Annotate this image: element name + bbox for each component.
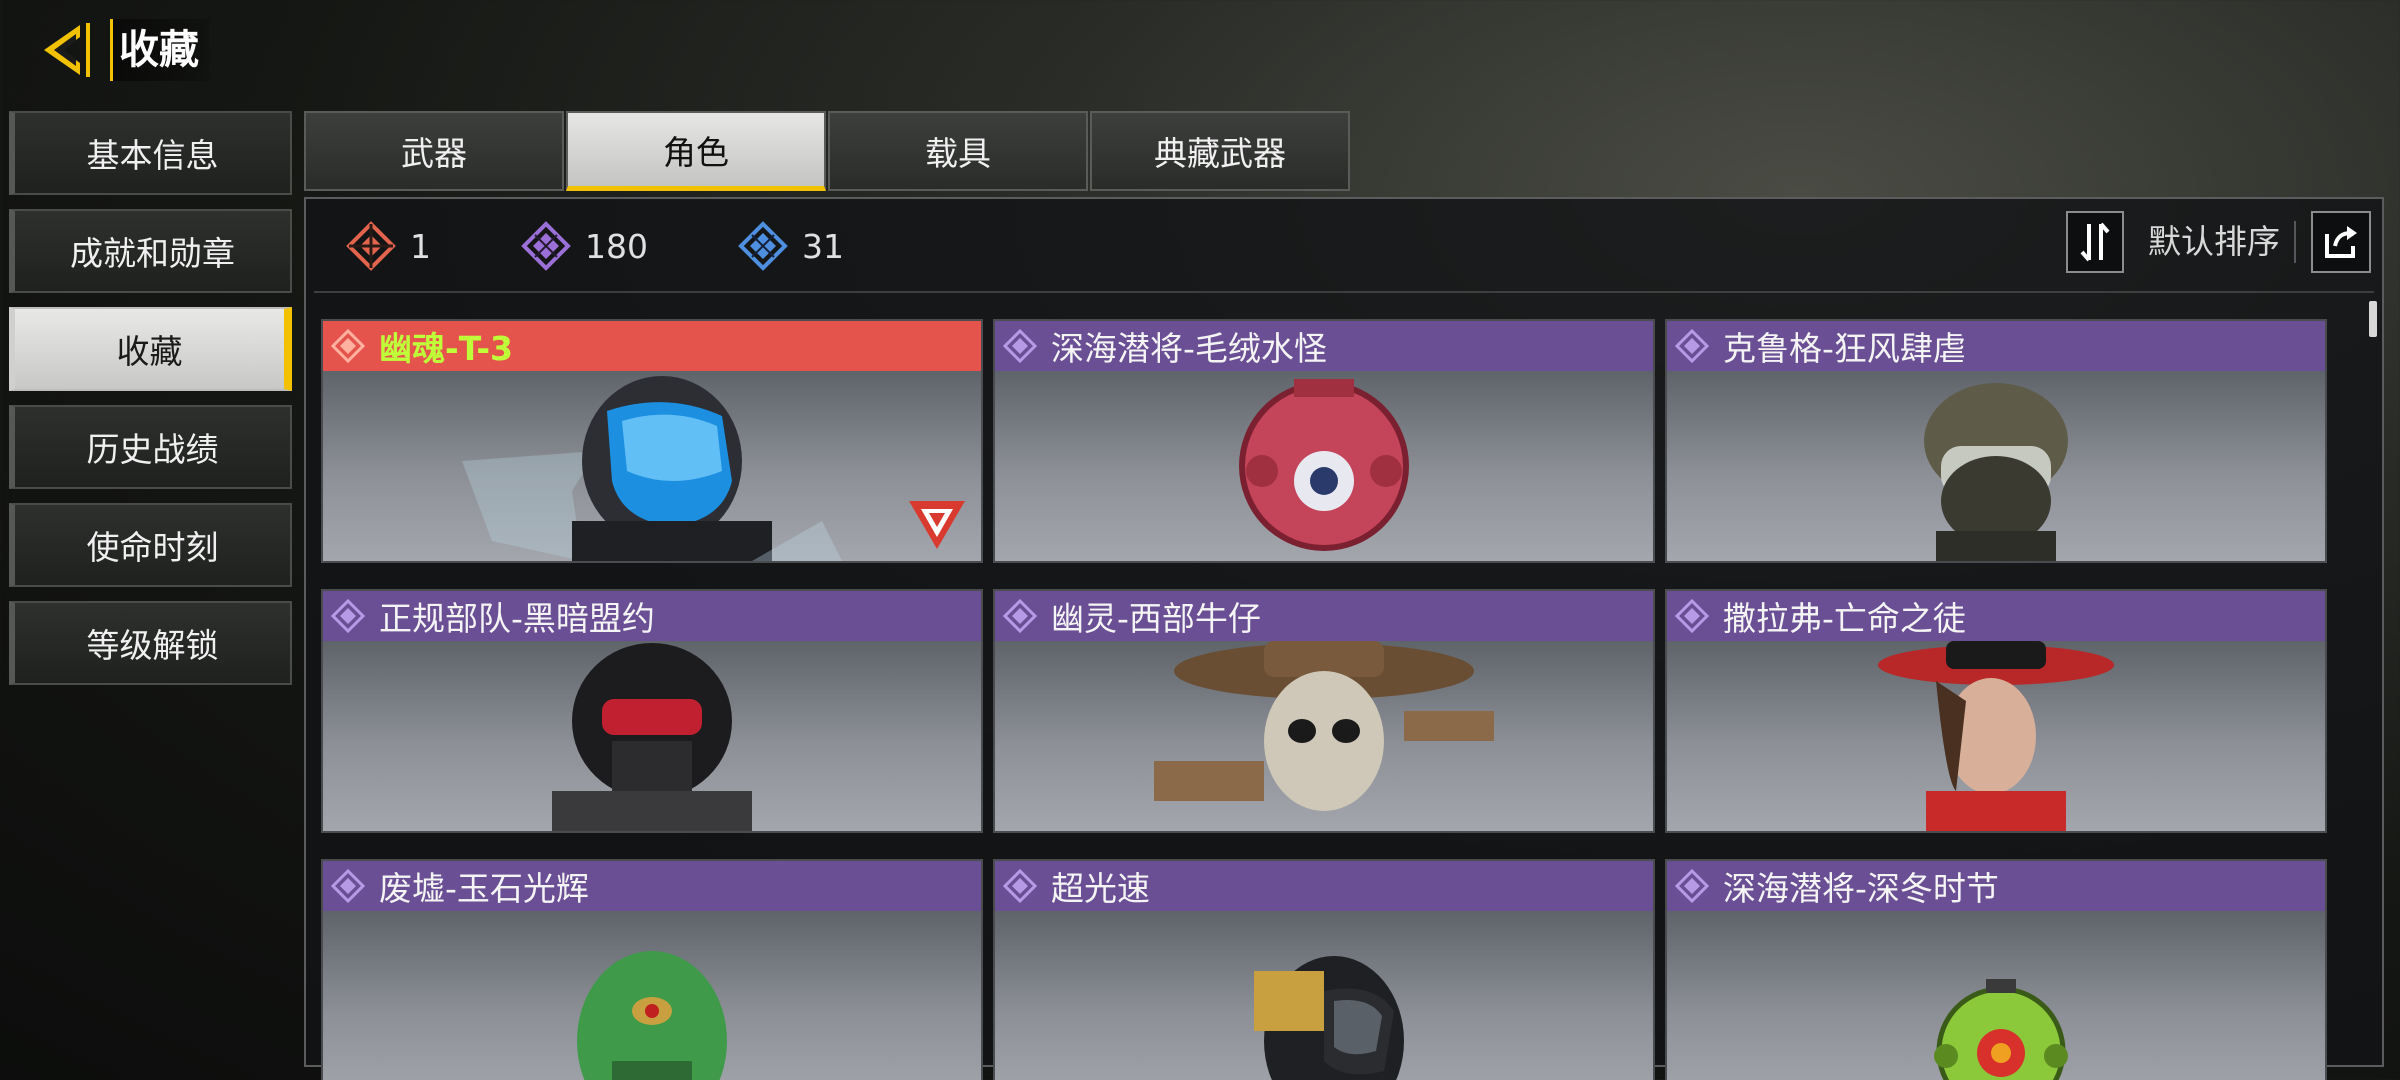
sidebar-item-collection[interactable]: 收藏 xyxy=(9,307,292,391)
character-portrait xyxy=(1667,371,2325,561)
character-portrait xyxy=(323,911,981,1080)
collection-panel: 1 180 31 默认排序 幽魂-T-3 深海潜将-毛绒水怪 克鲁格-狂风肆虐 … xyxy=(304,197,2384,1080)
card-header: 幽灵-西部牛仔 xyxy=(995,591,1653,641)
stat-epic: 180 xyxy=(521,221,648,271)
epic-rarity-icon xyxy=(331,869,365,903)
card-name: 克鲁格-狂风肆虐 xyxy=(1723,329,1966,368)
character-portrait xyxy=(1667,911,2325,1080)
category-tabs: 武器 角色 载具 典藏武器 xyxy=(304,111,1352,191)
epic-rarity-icon xyxy=(1003,329,1037,363)
legendary-rarity-icon xyxy=(331,329,365,363)
back-button[interactable]: 收藏 xyxy=(40,18,210,82)
card-header: 克鲁格-狂风肆虐 xyxy=(1667,321,2325,371)
back-arrow-icon xyxy=(40,19,102,81)
tab-vehicles[interactable]: 载具 xyxy=(828,111,1088,191)
character-grid: 幽魂-T-3 深海潜将-毛绒水怪 克鲁格-狂风肆虐 正规部队-黑暗盟约 幽灵-西… xyxy=(321,319,2327,1080)
character-portrait xyxy=(995,911,1653,1080)
card-name: 幽魂-T-3 xyxy=(379,329,514,368)
rare-count: 31 xyxy=(802,226,844,266)
epic-rarity-icon xyxy=(1003,869,1037,903)
character-card[interactable]: 幽魂-T-3 xyxy=(321,319,983,563)
sort-toggle-button[interactable] xyxy=(2066,211,2124,273)
card-header: 超光速 xyxy=(995,861,1653,911)
card-header: 撒拉弗-亡命之徒 xyxy=(1667,591,2325,641)
sidebar: 基本信息 成就和勋章 收藏 历史战绩 使命时刻 等级解锁 xyxy=(9,111,292,699)
card-header: 正规部队-黑暗盟约 xyxy=(323,591,981,641)
sidebar-item-mission-moments[interactable]: 使命时刻 xyxy=(9,503,292,587)
character-portrait xyxy=(995,371,1653,561)
stat-legendary: 1 xyxy=(346,221,431,271)
character-card[interactable]: 幽灵-西部牛仔 xyxy=(993,589,1655,833)
scrollbar[interactable] xyxy=(2369,301,2377,337)
character-portrait xyxy=(323,641,981,831)
epic-rarity-icon xyxy=(1675,869,1709,903)
tab-characters[interactable]: 角色 xyxy=(566,111,826,191)
tab-weapons[interactable]: 武器 xyxy=(304,111,564,191)
tab-legendary-weapons[interactable]: 典藏武器 xyxy=(1090,111,1350,191)
character-card[interactable]: 克鲁格-狂风肆虐 xyxy=(1665,319,2327,563)
epic-rarity-icon xyxy=(1675,599,1709,633)
epic-rarity-icon xyxy=(1675,329,1709,363)
epic-rarity-icon xyxy=(521,221,571,271)
card-header: 深海潜将-深冬时节 xyxy=(1667,861,2325,911)
character-card[interactable]: 废墟-玉石光辉 xyxy=(321,859,983,1080)
character-portrait xyxy=(323,371,981,561)
legendary-badge-icon xyxy=(909,501,965,549)
card-name: 废墟-玉石光辉 xyxy=(379,869,589,908)
epic-rarity-icon xyxy=(331,599,365,633)
character-card[interactable]: 深海潜将-毛绒水怪 xyxy=(993,319,1655,563)
card-name: 深海潜将-毛绒水怪 xyxy=(1051,329,1327,368)
sidebar-item-basic-info[interactable]: 基本信息 xyxy=(9,111,292,195)
sidebar-item-level-unlock[interactable]: 等级解锁 xyxy=(9,601,292,685)
sidebar-item-history[interactable]: 历史战绩 xyxy=(9,405,292,489)
character-card[interactable]: 撒拉弗-亡命之徒 xyxy=(1665,589,2327,833)
card-name: 正规部队-黑暗盟约 xyxy=(379,599,655,638)
sidebar-item-achievements[interactable]: 成就和勋章 xyxy=(9,209,292,293)
sort-mode-label[interactable]: 默认排序 xyxy=(2148,221,2296,263)
card-name: 超光速 xyxy=(1051,869,1150,908)
card-header: 深海潜将-毛绒水怪 xyxy=(995,321,1653,371)
legendary-count: 1 xyxy=(410,226,431,266)
character-card[interactable]: 正规部队-黑暗盟约 xyxy=(321,589,983,833)
header-divider xyxy=(314,291,2374,293)
rare-rarity-icon xyxy=(738,221,788,271)
card-header: 幽魂-T-3 xyxy=(323,321,981,371)
card-header: 废墟-玉石光辉 xyxy=(323,861,981,911)
rarity-stats: 1 180 31 xyxy=(346,221,934,271)
card-name: 撒拉弗-亡命之徒 xyxy=(1723,599,1966,638)
share-button[interactable] xyxy=(2311,211,2371,273)
character-portrait xyxy=(995,641,1653,831)
legendary-rarity-icon xyxy=(346,221,396,271)
epic-count: 180 xyxy=(585,226,648,266)
sort-toggle-icon xyxy=(2080,222,2110,262)
share-icon xyxy=(2325,226,2357,258)
character-card[interactable]: 深海潜将-深冬时节 xyxy=(1665,859,2327,1080)
stat-rare: 31 xyxy=(738,221,844,271)
card-name: 深海潜将-深冬时节 xyxy=(1723,869,1999,908)
card-name: 幽灵-西部牛仔 xyxy=(1051,599,1261,638)
epic-rarity-icon xyxy=(1003,599,1037,633)
character-portrait xyxy=(1667,641,2325,831)
character-card[interactable]: 超光速 xyxy=(993,859,1655,1080)
page-title: 收藏 xyxy=(110,19,209,81)
